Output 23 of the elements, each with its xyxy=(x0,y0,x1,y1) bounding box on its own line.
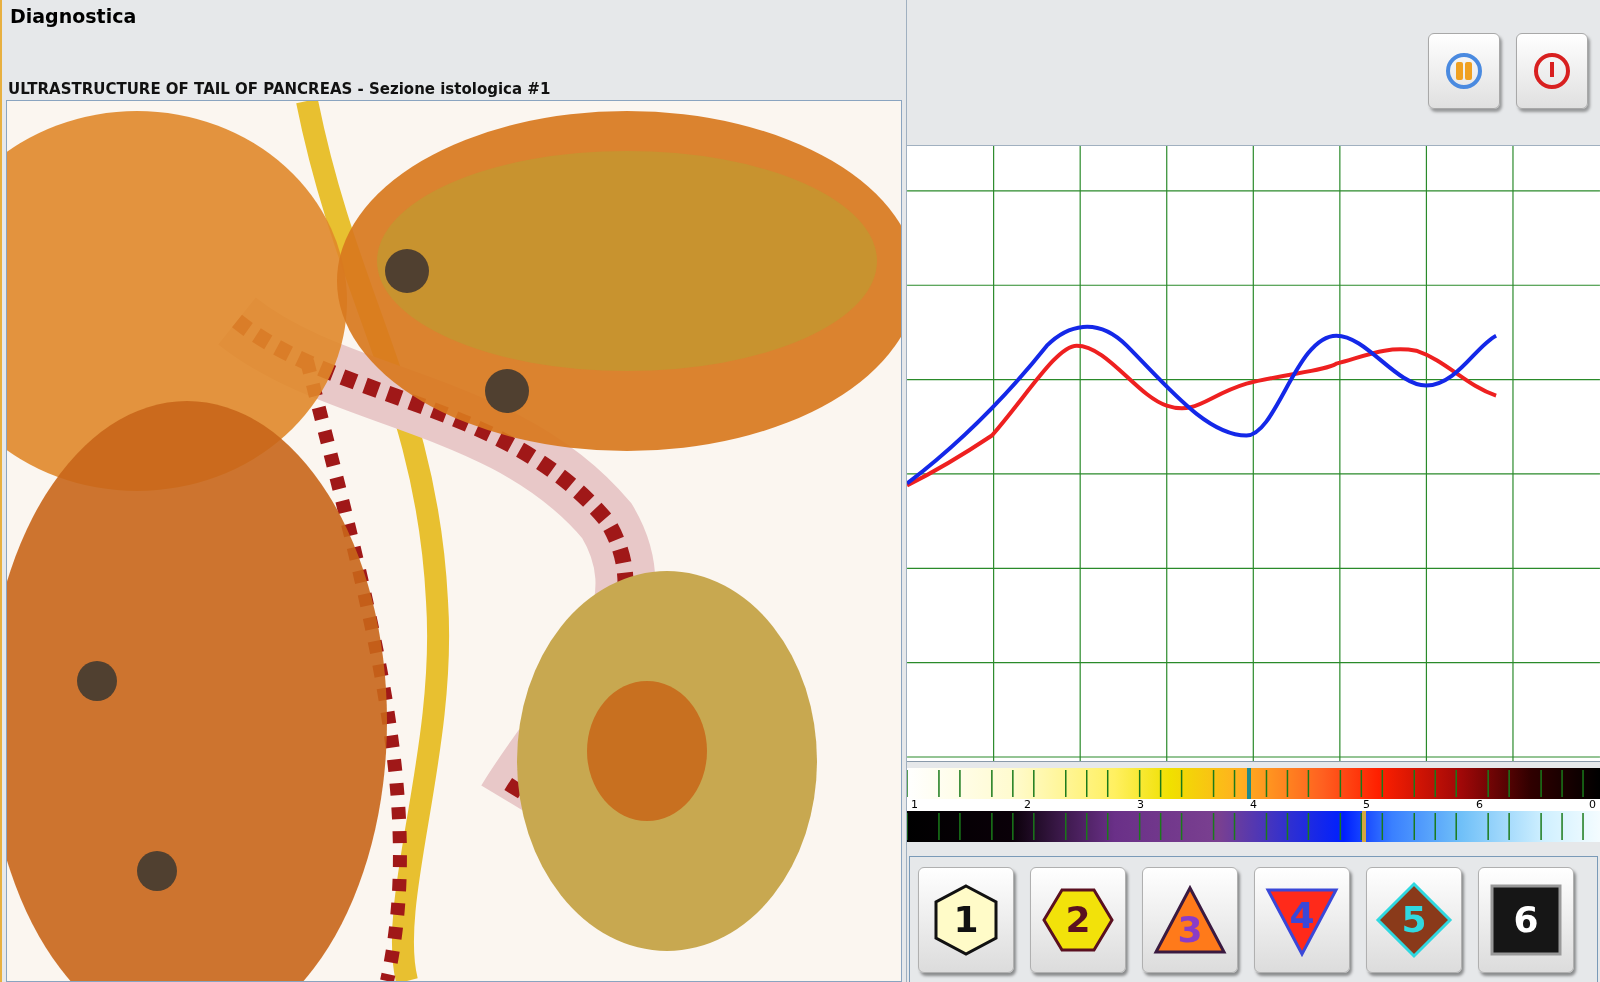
level-button[interactable]: 5 xyxy=(1366,867,1462,973)
level-number: 4 xyxy=(1289,898,1315,934)
level-button[interactable]: 6 xyxy=(1478,867,1574,973)
image-caption: ULTRASTRUCTURE OF TAIL OF PANCREAS - Sezione istologica #1 xyxy=(7,79,552,100)
scale-label: 6 xyxy=(1476,799,1483,811)
scale-label: 2 xyxy=(1024,799,1031,811)
level-number: 2 xyxy=(1065,902,1091,938)
scale-label: 5 xyxy=(1363,799,1370,811)
level-button[interactable]: 1 xyxy=(918,867,1014,973)
level-button[interactable]: 2 xyxy=(1030,867,1126,973)
pause-icon xyxy=(1444,51,1484,91)
power-icon xyxy=(1532,51,1572,91)
level-number: 6 xyxy=(1513,902,1539,938)
level-number: 1 xyxy=(953,902,979,938)
power-button[interactable] xyxy=(1516,33,1588,109)
scale-label: 4 xyxy=(1250,799,1257,811)
window-title: Diagnostica xyxy=(9,4,138,29)
pause-button[interactable] xyxy=(1428,33,1500,109)
scale-label: 3 xyxy=(1137,799,1144,811)
scale-label: 1 xyxy=(911,799,918,811)
level-number: 5 xyxy=(1401,902,1427,938)
level-number: 3 xyxy=(1177,912,1203,948)
scale-label: 0 xyxy=(1589,799,1596,811)
